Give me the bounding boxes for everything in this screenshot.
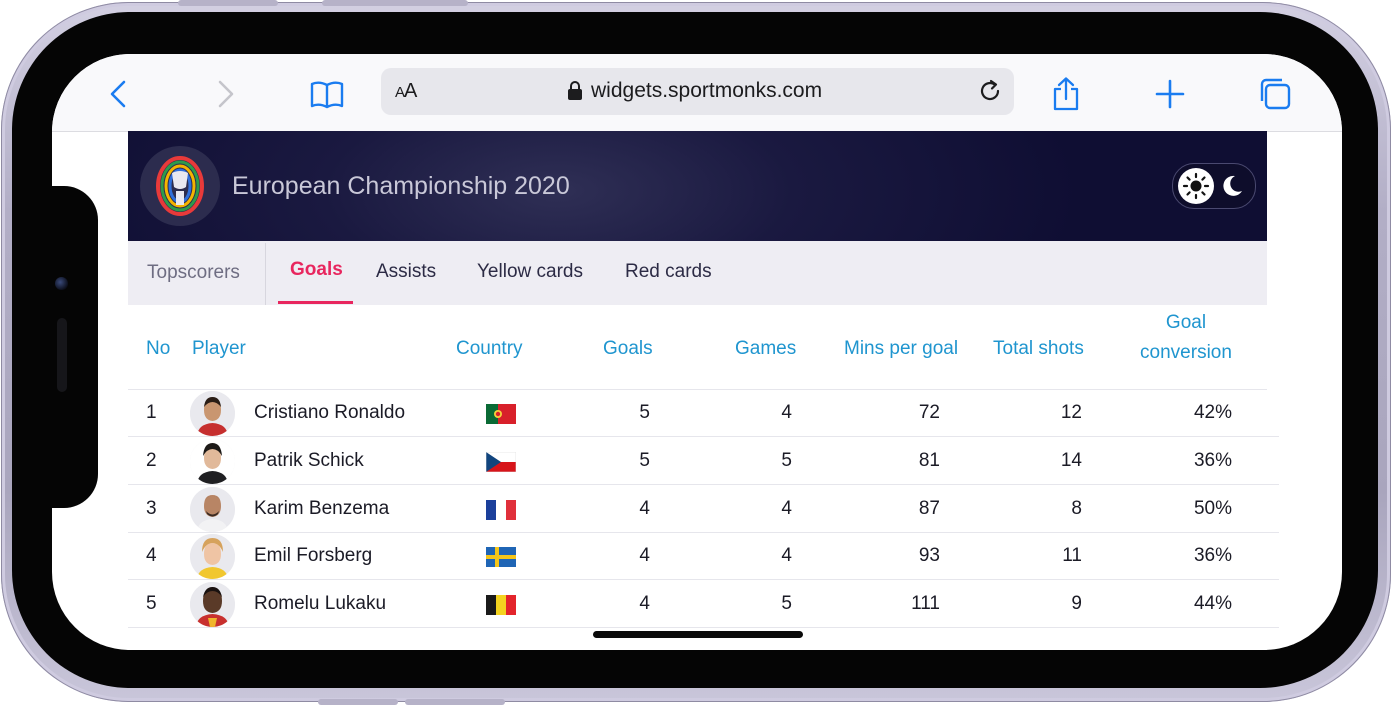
back-icon[interactable] (102, 76, 138, 112)
total-shots-value: 8 (1071, 498, 1082, 519)
tab-goals[interactable]: Goals (290, 259, 343, 281)
url-display[interactable]: widgets.sportmonks.com (567, 79, 822, 103)
bookmarks-icon[interactable] (309, 76, 345, 112)
table-row[interactable]: 4 Emil Forsberg 4 4 93 11 36% (128, 532, 1279, 580)
games-value: 4 (781, 545, 792, 566)
rank: 1 (146, 402, 157, 423)
total-shots-value: 11 (1062, 545, 1082, 566)
home-indicator[interactable] (593, 631, 803, 638)
widget-header: European Championship 2020 (128, 131, 1267, 241)
goals-value: 4 (639, 593, 650, 614)
goal-conversion-line2: conversion (1140, 342, 1232, 363)
player-name[interactable]: Cristiano Ronaldo (254, 402, 405, 424)
euro-2020-logo (140, 146, 220, 226)
player-name[interactable]: Romelu Lukaku (254, 593, 386, 615)
tab-yellow-cards[interactable]: Yellow cards (477, 261, 583, 283)
address-bar[interactable]: AA widgets.sportmonks.com (381, 68, 1014, 115)
total-shots-value: 9 (1071, 593, 1082, 614)
player-name[interactable]: Emil Forsberg (254, 545, 372, 567)
goals-value: 4 (639, 498, 650, 519)
browser-toolbar: AA widgets.sportmonks.com (52, 54, 1342, 132)
player-avatar (190, 439, 235, 484)
goals-value: 4 (639, 545, 650, 566)
mins-per-goal-value: 81 (918, 450, 940, 471)
mute-switch (318, 699, 398, 705)
volume-up-button (322, 0, 468, 6)
tabs-divider (265, 243, 266, 305)
games-value: 4 (781, 498, 792, 519)
sweden-flag (486, 547, 516, 567)
france-flag (486, 500, 516, 520)
goal-conversion-value: 44% (1193, 593, 1232, 614)
volume-down-button (178, 0, 278, 6)
column-header-player[interactable]: Player (192, 338, 246, 360)
reader-settings-button[interactable]: AA (395, 80, 417, 103)
mins-per-goal-value: 87 (918, 498, 940, 519)
column-header-country[interactable]: Country (456, 338, 523, 360)
belgium-flag (486, 595, 516, 615)
goal-conversion-value: 42% (1193, 402, 1232, 423)
theme-toggle[interactable] (1172, 163, 1256, 209)
rank: 4 (146, 545, 157, 566)
new-tab-icon[interactable] (1152, 76, 1188, 112)
games-value: 5 (781, 593, 792, 614)
column-header-goal-conversion[interactable]: Goal conversion (1131, 308, 1241, 368)
mins-per-goal-value: 111 (911, 593, 940, 614)
screen: AA widgets.sportmonks.com European Champ… (52, 54, 1342, 650)
tabs-overview-icon[interactable] (1257, 76, 1293, 112)
table-header: No Player Country Goals Games Mins per g… (128, 305, 1267, 390)
table-row[interactable]: 3 Karim Benzema 4 4 87 8 50% (128, 485, 1279, 533)
column-header-no[interactable]: No (146, 338, 170, 360)
tab-assists[interactable]: Assists (376, 261, 436, 283)
table-row[interactable]: 5 Romelu Lukaku 4 5 111 9 44% (128, 580, 1279, 628)
earpiece-speaker (57, 318, 67, 392)
rank: 3 (146, 498, 157, 519)
total-shots-value: 14 (1060, 450, 1082, 471)
table-row[interactable]: 2 Patrik Schick 5 5 81 14 36% (128, 437, 1279, 485)
lock-icon (568, 81, 582, 100)
goal-conversion-value: 50% (1193, 498, 1232, 519)
share-icon[interactable] (1048, 76, 1084, 112)
goals-value: 5 (639, 450, 650, 471)
column-header-goals[interactable]: Goals (603, 338, 653, 360)
games-value: 4 (781, 402, 792, 423)
rank: 2 (146, 450, 157, 471)
column-header-total-shots[interactable]: Total shots (993, 338, 1084, 360)
tabs-bar: Topscorers Goals Assists Yellow cards Re… (128, 241, 1267, 305)
games-value: 5 (781, 450, 792, 471)
goal-conversion-line1: Goal (1165, 312, 1207, 333)
player-avatar (190, 487, 235, 532)
tab-red-cards[interactable]: Red cards (625, 261, 712, 283)
sun-icon[interactable] (1178, 168, 1214, 204)
player-name[interactable]: Patrik Schick (254, 450, 364, 472)
forward-icon[interactable] (206, 76, 242, 112)
front-camera (55, 277, 68, 290)
goal-conversion-value: 36% (1193, 545, 1232, 566)
total-shots-value: 12 (1060, 402, 1082, 423)
table-row[interactable]: 1 Cristiano Ronaldo 5 4 72 12 42% (128, 389, 1279, 437)
mins-per-goal-value: 72 (918, 402, 940, 423)
player-name[interactable]: Karim Benzema (254, 498, 389, 520)
player-avatar (190, 391, 235, 436)
moon-icon[interactable] (1217, 172, 1245, 200)
player-avatar (190, 582, 235, 627)
topscorers-widget: European Championship 2020 Topscorers Go… (128, 131, 1279, 650)
section-label: Topscorers (147, 262, 240, 283)
url-text: widgets.sportmonks.com (591, 79, 823, 102)
czech-republic-flag (486, 452, 516, 472)
portugal-flag (486, 404, 516, 424)
column-header-mins-per-goal[interactable]: Mins per goal (844, 338, 958, 360)
goal-conversion-value: 36% (1193, 450, 1232, 471)
mins-per-goal-value: 93 (918, 545, 940, 566)
widget-title: European Championship 2020 (232, 172, 570, 200)
active-tab-indicator (278, 301, 353, 304)
reload-icon[interactable] (976, 77, 1004, 105)
player-avatar (190, 534, 235, 579)
goals-value: 5 (639, 402, 650, 423)
column-header-games[interactable]: Games (735, 338, 796, 360)
side-button (405, 699, 505, 705)
rank: 5 (146, 593, 157, 614)
